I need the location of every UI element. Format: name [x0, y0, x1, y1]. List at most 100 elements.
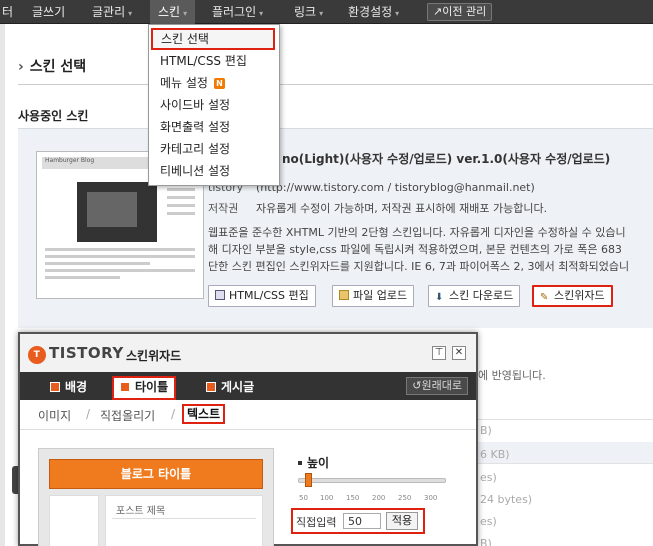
pencil-icon: ✎: [540, 292, 549, 303]
download-icon: ⬇: [435, 292, 444, 303]
height-input[interactable]: [343, 513, 381, 529]
slider-tick: 100: [320, 494, 334, 502]
nav-item-settings[interactable]: 환경설정 ▾: [348, 0, 399, 24]
copyright-key: 저작권: [208, 202, 239, 215]
button-label: 스킨위자드: [554, 289, 605, 302]
height-label-text: 높이: [307, 456, 330, 470]
blog-title-preview: 블로그 타이틀: [49, 459, 263, 489]
skin-dropdown-menu: 스킨 선택 HTML/CSS 편집 메뉴 설정 N 사이드바 설정 화면출력 설정…: [148, 24, 280, 186]
tistory-logo: T TISTORY: [28, 344, 124, 364]
subtab-image[interactable]: 이미지: [38, 407, 71, 424]
menu-item-category[interactable]: 카테고리 설정: [149, 138, 279, 160]
preview-sidebar: [49, 495, 99, 546]
wizard-body: 블로그 타이틀 포스트 제목 높이 50 100 150 200 250 300…: [20, 430, 476, 546]
preview-content: 포스트 제목: [105, 495, 263, 546]
file-size: 24 bytes): [480, 493, 533, 506]
menu-item-display[interactable]: 화면출력 설정: [149, 116, 279, 138]
menu-item-html-css[interactable]: HTML/CSS 편집: [149, 50, 279, 72]
height-slider-track[interactable]: [298, 478, 446, 483]
chevron-down-icon: ▾: [319, 9, 324, 18]
html-css-edit-button[interactable]: HTML/CSS 편집: [208, 285, 316, 307]
skin-download-button[interactable]: ⬇ 스킨 다운로드: [428, 285, 521, 307]
separator: /: [86, 407, 91, 421]
chevron-right-icon: ›: [18, 59, 24, 75]
thumb-lines: [45, 248, 195, 283]
close-icon[interactable]: ✕: [452, 346, 466, 360]
direct-input-label: 직접입력: [296, 516, 337, 529]
title-preview: 블로그 타이틀 포스트 제목: [38, 448, 274, 546]
slider-tick: 250: [398, 494, 412, 502]
thumb-sidebar: [167, 180, 195, 220]
applied-notice: 에 반영됩니다.: [478, 369, 546, 382]
nav-item-home[interactable]: 터: [2, 0, 13, 24]
menu-item-menu-settings[interactable]: 메뉴 설정 N: [149, 72, 279, 94]
top-nav: 터 글쓰기 글관리 ▾ 스킨 ▾ 플러그인 ▾ 링크 ▾ 환경설정 ▾ ↗이전 관리: [0, 0, 653, 24]
subtab-direct-upload[interactable]: 직접올리기: [100, 407, 155, 424]
author-value: (http://www.tistory.com / tistoryblog@ha…: [256, 181, 535, 194]
tab-label: 배경: [65, 380, 88, 394]
nav-label: 링크: [294, 5, 317, 19]
button-label: HTML/CSS 편집: [229, 289, 309, 302]
skin-wizard-dialog: T TISTORY 스킨위자드 ⊤ ✕ 배경 타이틀 게시글 ↺원래대로 이미지 …: [18, 332, 478, 546]
button-label: 파일 업로드: [353, 289, 408, 302]
slider-tick: 50: [299, 494, 308, 502]
slider-tick: 300: [424, 494, 438, 502]
current-skin-heading: 사용중인 스킨: [18, 109, 89, 123]
menu-item-sidebar[interactable]: 사이드바 설정: [149, 94, 279, 116]
tab-background[interactable]: 배경: [50, 376, 87, 400]
desc-line: 해 디자인 부분을 style,css 파일에 독립시켜 적용하였으며, 본문 …: [208, 243, 622, 256]
wizard-tabbar: 배경 타이틀 게시글 ↺원래대로: [20, 372, 476, 400]
skin-copyright-row: 저작권 자유롭게 수정이 가능하며, 저작권 표시하에 재배포 가능합니다.: [208, 200, 547, 216]
tab-post[interactable]: 게시글: [206, 376, 254, 400]
new-badge: N: [213, 78, 225, 89]
menu-item-tiviation[interactable]: 티베니션 설정: [149, 160, 279, 182]
chevron-down-icon: ▾: [183, 9, 188, 18]
wizard-title: 스킨위자드: [126, 349, 182, 363]
file-size: B): [480, 424, 492, 437]
post-icon: [206, 382, 216, 392]
title-icon: [120, 382, 130, 392]
button-label: 스킨 다운로드: [449, 289, 514, 302]
thumb-image: [77, 182, 157, 242]
list-item: [470, 398, 653, 420]
subtab-text[interactable]: 텍스트: [182, 404, 226, 424]
nav-item-posts[interactable]: 글관리 ▾: [92, 0, 132, 24]
wizard-subtabs: 이미지 / 직접올리기 / 텍스트: [20, 400, 476, 430]
tab-title[interactable]: 타이틀: [112, 376, 177, 400]
menu-item-skin-select[interactable]: 스킨 선택: [151, 28, 275, 50]
height-slider-handle[interactable]: [305, 473, 312, 487]
direct-input-group: 직접입력 적용: [291, 508, 425, 534]
tab-label: 타이틀: [135, 380, 169, 394]
copyright-value: 자유롭게 수정이 가능하며, 저작권 표시하에 재배포 가능합니다.: [256, 202, 548, 215]
reset-button[interactable]: ↺원래대로: [406, 377, 468, 395]
chevron-down-icon: ▾: [259, 9, 264, 18]
background-icon: [50, 382, 60, 392]
pin-icon[interactable]: ⊤: [432, 346, 446, 360]
nav-item-link[interactable]: 링크 ▾: [294, 0, 323, 24]
folder-icon: [339, 290, 349, 300]
chevron-down-icon: ▾: [128, 9, 133, 18]
logo-text: TISTORY: [49, 344, 124, 362]
divider: [18, 84, 653, 85]
nav-label: 스킨: [158, 5, 181, 19]
page-title: › 스킨 선택: [18, 56, 86, 76]
nav-item-skin[interactable]: 스킨 ▾: [150, 0, 196, 24]
file-size: es): [480, 515, 497, 528]
nav-item-plugin[interactable]: 플러그인 ▾: [212, 0, 263, 24]
apply-button[interactable]: 적용: [386, 512, 418, 530]
nav-label: 플러그인: [212, 5, 257, 19]
frame-line: [0, 24, 5, 546]
separator: /: [171, 407, 176, 421]
desc-line: 단한 스킨 편집인 스킨위자드를 지원합니다. IE 6, 7과 파이어폭스 2…: [208, 260, 630, 273]
skin-name: no(Light)(사용자 수정/업로드) ver.1.0(사용자 수정/업로드…: [282, 152, 611, 166]
nav-label: 환경설정: [348, 5, 393, 19]
file-upload-button[interactable]: 파일 업로드: [332, 285, 415, 307]
bullet-icon: [298, 461, 302, 465]
prev-admin-button[interactable]: ↗이전 관리: [427, 3, 493, 21]
file-size: 6 KB): [480, 448, 510, 461]
edit-icon: [215, 290, 225, 300]
nav-item-write[interactable]: 글쓰기: [32, 0, 65, 24]
height-label: 높이: [298, 454, 329, 471]
skin-wizard-button[interactable]: ✎ 스킨위자드: [532, 285, 613, 307]
desc-line: 웹표준을 준수한 XHTML 기반의 2단형 스킨입니다. 자유롭게 디자인을 …: [208, 226, 626, 239]
